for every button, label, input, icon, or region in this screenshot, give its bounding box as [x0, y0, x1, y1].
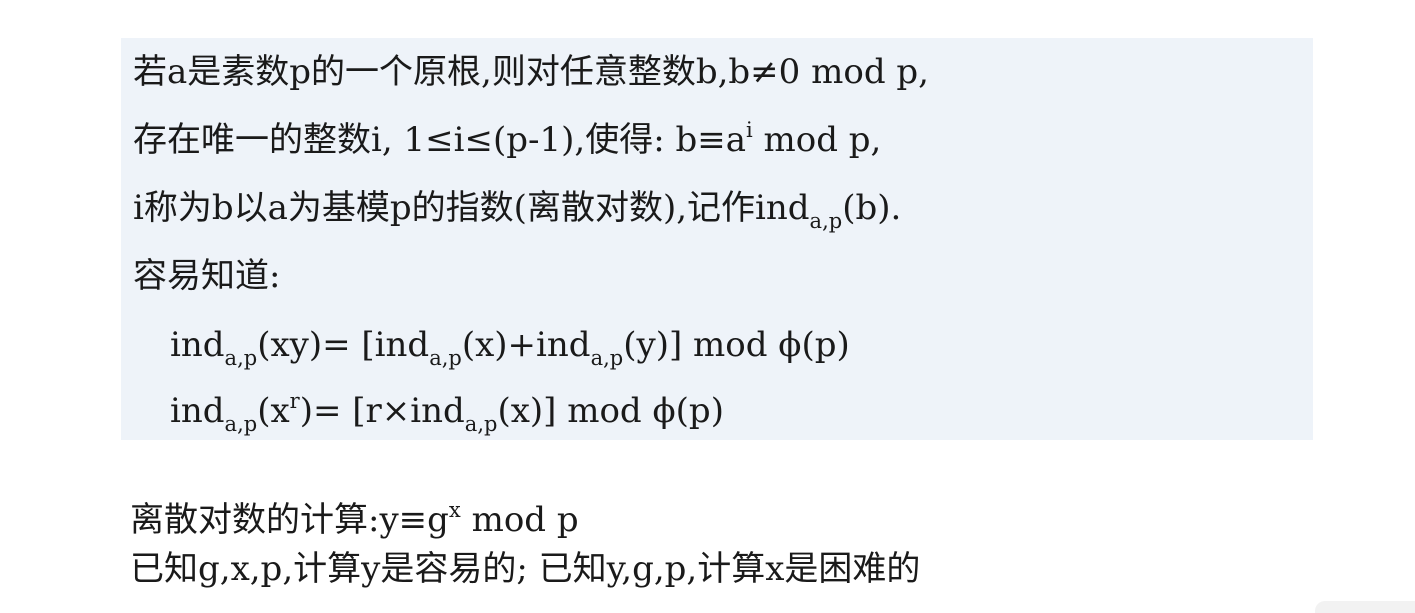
- line-text: (b).: [842, 188, 902, 228]
- line-text: i称为b以a为基模p的指数(离散对数),记作ind: [133, 188, 810, 228]
- definition-line-primitive-root: 若a是素数p的一个原根,则对任意整数b,b≠0 mod p,: [133, 52, 929, 92]
- superscript: x: [448, 498, 461, 522]
- subscript: a,p: [224, 346, 258, 370]
- definition-line-unique-index: 存在唯一的整数i, 1≤i≤(p-1),使得: b≡ai mod p,: [133, 118, 882, 161]
- formula-text: (x)+ind: [461, 325, 591, 365]
- subscript: a,p: [809, 209, 843, 233]
- line-text: mod p: [460, 500, 579, 540]
- formula-power-rule: inda,p(xr)= [r×inda,p(x)] mod ϕ(p): [170, 389, 724, 435]
- line-text: 离散对数的计算:y≡g: [130, 500, 449, 540]
- formula-text: (xy)= [ind: [257, 325, 430, 365]
- definition-panel: [121, 38, 1313, 440]
- formula-text: (x)] mod ϕ(p): [497, 391, 724, 431]
- subscript: a,p: [429, 346, 462, 370]
- line-text: mod p,: [752, 120, 882, 160]
- line-text: 存在唯一的整数i, 1≤i≤(p-1),使得: b≡a: [133, 120, 746, 160]
- formula-text: )= [r×ind: [299, 391, 465, 431]
- easy-to-know-label: 容易知道:: [133, 256, 280, 296]
- formula-text: (x: [257, 391, 290, 431]
- line-text: 容易知道:: [133, 256, 281, 296]
- superscript: i: [745, 118, 753, 142]
- subscript: a,p: [464, 412, 498, 436]
- superscript: r: [289, 389, 300, 413]
- hardness-statement: 已知g,x,p,计算y是容易的; 已知y,g,p,计算x是困难的: [130, 549, 920, 589]
- formula-text: (y)] mod ϕ(p): [623, 325, 850, 365]
- subscript: a,p: [590, 346, 624, 370]
- subscript: a,p: [224, 412, 258, 436]
- formula-text: ind: [170, 325, 225, 365]
- line-text: 若a是素数p的一个原根,则对任意整数b,b≠0 mod p,: [133, 52, 929, 92]
- formula-text: ind: [170, 391, 225, 431]
- definition-line-index-name: i称为b以a为基模p的指数(离散对数),记作inda,p(b).: [133, 188, 902, 232]
- corner-decoration: [1315, 601, 1415, 613]
- formula-product-rule: inda,p(xy)= [inda,p(x)+inda,p(y)] mod ϕ(…: [170, 325, 850, 369]
- line-text: 已知g,x,p,计算y是容易的; 已知y,g,p,计算x是困难的: [130, 549, 921, 589]
- discrete-log-computation: 离散对数的计算:y≡gx mod p: [130, 498, 579, 541]
